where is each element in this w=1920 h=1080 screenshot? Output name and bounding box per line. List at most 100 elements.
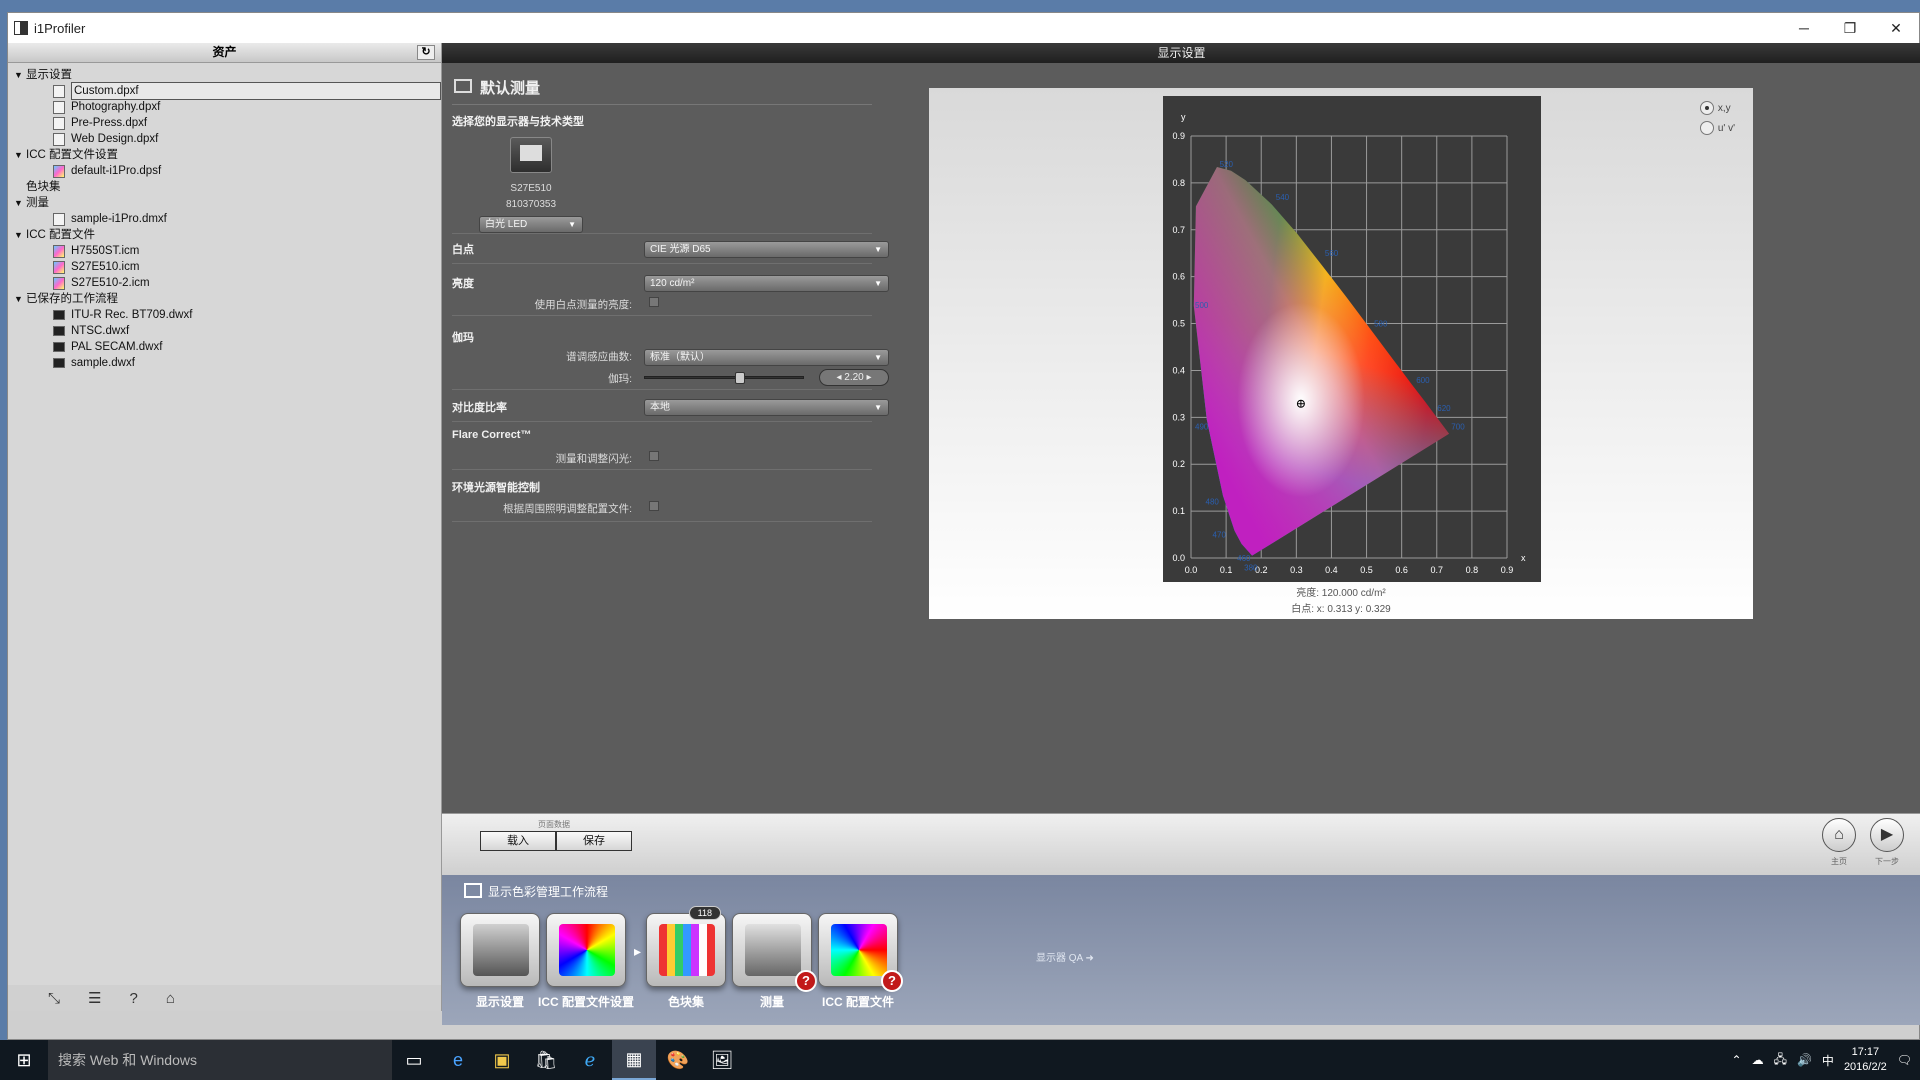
tree-group[interactable]: ▼ ICC 配置文件设置 [8, 147, 441, 163]
ie-icon[interactable]: ℯ [568, 1040, 612, 1080]
expand-arrow-icon[interactable]: ▼ [14, 147, 26, 163]
gamma-slider-thumb[interactable] [735, 372, 745, 384]
tree-item[interactable]: NTSC.dwxf [8, 323, 441, 339]
home-button[interactable]: ⌂ [1822, 818, 1856, 852]
workflow-file-icon [53, 326, 65, 336]
paint-icon[interactable]: 🎨 [656, 1040, 700, 1080]
edge-icon[interactable]: e [436, 1040, 480, 1080]
divider [452, 263, 872, 264]
display-device-icon[interactable] [510, 137, 552, 173]
home-icon[interactable]: ⌂ [166, 990, 175, 1007]
expand-arrow-icon[interactable]: ▼ [14, 227, 26, 243]
list-icon[interactable]: ☰ [88, 989, 101, 1007]
wavelength-label: 620 [1437, 404, 1451, 413]
volume-icon[interactable]: 🔊 [1797, 1053, 1812, 1067]
y-tick-label: 0.1 [1172, 506, 1185, 516]
tone-response-dropdown[interactable]: 标准（默认） [644, 349, 889, 366]
white-point-dropdown[interactable]: CIE 光源 D65 [644, 241, 889, 258]
tree-group[interactable]: 色块集 [8, 179, 441, 195]
contrast-dropdown[interactable]: 本地 [644, 399, 889, 416]
tree-item[interactable]: Photography.dpxf [8, 99, 441, 115]
save-button[interactable]: 保存 [556, 831, 632, 851]
tree-item[interactable]: Web Design.dpxf [8, 131, 441, 147]
tree-item[interactable]: default-i1Pro.dpsf [8, 163, 441, 179]
i1profiler-taskbar-icon[interactable]: ▦ [612, 1040, 656, 1080]
settings-panel: 显示设置 默认测量 选择您的显示器与技术类型 S27E510 810370353… [442, 43, 1920, 813]
tree-label: default-i1Pro.dpsf [71, 165, 162, 177]
tree-item[interactable]: sample.dwxf [8, 355, 441, 371]
chevron-up-icon[interactable]: ⌃ [1732, 1053, 1742, 1067]
minimize-button[interactable]: ─ [1781, 13, 1827, 43]
gamma-value: 2.20 [844, 372, 864, 383]
notification-icon[interactable]: 🗨 [1897, 1053, 1912, 1067]
measure-step[interactable]: ? [732, 913, 817, 992]
use-native-label: 使用白点测量的亮度: [534, 299, 632, 311]
tech-type-dropdown[interactable]: 白光 LED [479, 216, 583, 233]
wavelength-label: 520 [1220, 160, 1234, 169]
refresh-button[interactable]: ↻ [417, 45, 435, 60]
tree-group[interactable]: ▼ 测量 [8, 195, 441, 211]
icc-profile-icon [53, 260, 65, 274]
workflow-file-icon [53, 310, 65, 320]
increment-icon[interactable]: ▸ [864, 372, 872, 383]
display-settings-step[interactable] [460, 913, 540, 987]
whitepoint-caption: 白点: x: 0.313 y: 0.329 [1291, 604, 1391, 615]
restore-button[interactable]: ❐ [1827, 13, 1873, 43]
workflow-bar: 显示色彩管理工作流程 显示设置▸ICC 配置文件设置▸118色块集▸?测量▸?I… [442, 875, 1920, 1025]
radio-uv-dot[interactable] [1699, 121, 1714, 135]
gamma-stepper[interactable]: ◂ 2.20 ▸ [819, 369, 889, 386]
tree-item[interactable]: PAL SECAM.dwxf [8, 339, 441, 355]
clock[interactable]: 17:17 2016/2/2 [1844, 1045, 1887, 1075]
wavelength-label: 480 [1206, 498, 1220, 507]
patch-set-step[interactable]: 118 [646, 906, 726, 987]
radio-xy[interactable]: x,y [1699, 98, 1735, 118]
arrow-right-icon: ➜ [1085, 953, 1094, 964]
ime-indicator[interactable]: 中 [1822, 1052, 1834, 1069]
task-view-icon[interactable]: ▭ [392, 1040, 436, 1080]
x-tick-label: 0.7 [1431, 565, 1444, 575]
luminance-dropdown[interactable]: 120 cd/m² [644, 275, 889, 292]
tree-group[interactable]: ▼ ICC 配置文件 [8, 227, 441, 243]
ambient-checkbox[interactable] [649, 501, 659, 511]
tree-item[interactable]: H7550ST.icm [8, 243, 441, 259]
assets-panel: 资产 ↻ ▼ 显示设置 Custom.dpxf Photography.dpxf Pre… [8, 43, 442, 1011]
expand-arrow-icon[interactable]: ▼ [14, 291, 26, 307]
tree-item[interactable]: sample-i1Pro.dmxf [8, 211, 441, 227]
icc-profile-step[interactable]: ? [818, 913, 903, 992]
windows-start-button[interactable]: ⊞ [0, 1040, 48, 1080]
icc-profile-icon [831, 924, 887, 976]
network-icon[interactable]: 🖧 [1774, 1050, 1787, 1071]
assets-footer: ⤡ ☰ ? ⌂ [8, 985, 441, 1011]
expand-arrow-icon[interactable]: ▼ [14, 67, 26, 83]
assets-title: 资产 [212, 45, 237, 59]
radio-uv[interactable]: u' v' [1699, 118, 1735, 138]
close-button[interactable]: ✕ [1873, 13, 1919, 43]
tree-group[interactable]: ▼ 已保存的工作流程 [8, 291, 441, 307]
radio-xy-dot[interactable] [1699, 101, 1714, 115]
use-native-checkbox[interactable] [649, 297, 659, 307]
expand-icon[interactable]: ⤡ [48, 990, 60, 1007]
store-icon[interactable]: 🛍 [524, 1040, 568, 1080]
cloud-icon[interactable]: ☁ [1752, 1053, 1764, 1067]
tree-item[interactable]: S27E510-2.icm [8, 275, 441, 291]
tree-item[interactable]: Pre-Press.dpxf [8, 115, 441, 131]
system-tray: ⌃ ☁ 🖧 🔊 中 17:17 2016/2/2 🗨 [1732, 1040, 1912, 1080]
load-button[interactable]: 载入 [480, 831, 556, 851]
expand-arrow-icon[interactable]: ▼ [14, 195, 26, 211]
tree-item[interactable]: S27E510.icm [8, 259, 441, 275]
tree-label: Web Design.dpxf [71, 133, 159, 145]
flare-correct-title: Flare Correct™ [452, 429, 532, 441]
next-button[interactable]: ▶ [1870, 818, 1904, 852]
tree-item[interactable]: ITU-R Rec. BT709.dwxf [8, 307, 441, 323]
tree-item[interactable]: Custom.dpxf [8, 82, 441, 100]
flare-checkbox[interactable] [649, 451, 659, 461]
icc-settings-step[interactable] [546, 913, 626, 987]
help-icon[interactable]: ? [129, 990, 137, 1007]
device-selector[interactable]: S27E510 810370353 白光 LED [476, 127, 586, 233]
photos-icon[interactable]: 🖼 [700, 1040, 744, 1080]
taskbar-search[interactable]: 搜索 Web 和 Windows [48, 1040, 392, 1080]
file-explorer-icon[interactable]: ▣ [480, 1040, 524, 1080]
display-qa-link[interactable]: 显示器 QA ➜ [1036, 949, 1094, 964]
gamma-slider[interactable] [644, 372, 804, 384]
tree-group[interactable]: ▼ 显示设置 [8, 67, 441, 83]
